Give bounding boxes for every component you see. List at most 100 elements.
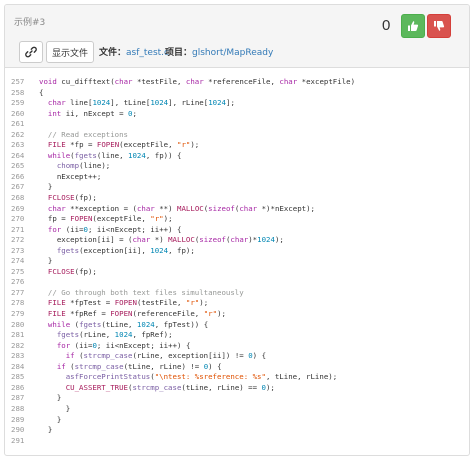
line-number: 282	[11, 340, 25, 350]
code-line: 276	[5, 277, 469, 288]
code-punctuation: );	[185, 245, 195, 255]
line-text: if (strcmp_case(tLine, rLine) != 0) {	[31, 362, 222, 373]
code-keyword: char	[47, 98, 66, 108]
project-link[interactable]: glshort/MapReady	[192, 48, 273, 58]
line-text	[31, 277, 39, 288]
code-punctuation	[39, 309, 48, 318]
line-text: exception[ii] = (char *) MALLOC(sizeof(c…	[31, 235, 284, 246]
code-line: 291	[5, 436, 469, 447]
code-identifier: fp	[74, 140, 84, 150]
code-example-card: 示例#3 0 显示文件 文件：asf_test.c 项目：glshort/Map…	[4, 4, 470, 456]
code-number: 1024	[136, 319, 155, 329]
code-identifier: testFile	[141, 77, 177, 86]
code-identifier: ii	[70, 224, 80, 234]
code-punctuation: );	[306, 203, 316, 213]
code-punctuation	[39, 140, 48, 149]
code-line: 267 }	[5, 182, 469, 193]
line-text: FILE *fpRef = FOPEN(referenceFile, "r");	[31, 309, 226, 320]
code-line: 275 FCLOSE(fp);	[5, 267, 469, 278]
code-number: 1024	[257, 235, 275, 245]
code-punctuation	[39, 182, 48, 191]
line-number: 284	[11, 361, 25, 371]
code-punctuation: {	[39, 87, 44, 97]
code-macro: FCLOSE	[47, 266, 75, 276]
code-punctuation	[39, 172, 57, 181]
upvote-button[interactable]	[401, 14, 425, 38]
line-text: CU_ASSERT_TRUE(strcmp_case(tLine, rLine)…	[31, 383, 275, 394]
code-punctuation: **	[70, 203, 80, 213]
code-macro: FOPEN	[70, 214, 93, 224]
code-line: 260 int ii, nExcept = 0;	[5, 109, 469, 120]
code-keyword: sizeof	[199, 235, 226, 245]
line-text: }	[31, 393, 61, 404]
code-punctuation	[39, 256, 48, 265]
show-files-button[interactable]: 显示文件	[46, 41, 94, 63]
code-punctuation: !=	[190, 361, 200, 371]
code-punctuation: {	[203, 319, 209, 329]
code-identifier: exception	[79, 203, 120, 213]
code-line: 279 FILE *fpRef = FOPEN(referenceFile, "…	[5, 309, 469, 320]
code-punctuation	[39, 109, 48, 118]
code-punctuation: !=	[234, 351, 244, 361]
code-function: strcmp_case	[83, 351, 133, 361]
project-label: 项目：	[165, 48, 193, 58]
code-function: strcmp_case	[74, 361, 124, 371]
code-identifier: ii	[65, 108, 75, 118]
code-punctuation	[39, 320, 48, 329]
code-punctuation: ++;	[87, 171, 102, 181]
code-identifier: nExcept	[83, 108, 115, 118]
code-punctuation: );	[199, 298, 209, 308]
line-number: 263	[11, 140, 25, 150]
line-number: 288	[11, 403, 25, 413]
code-punctuation	[39, 415, 57, 424]
code-identifier: fp	[79, 266, 88, 276]
line-number: 270	[11, 214, 25, 224]
code-macro: FOPEN	[110, 309, 133, 319]
code-keyword: if	[65, 351, 75, 361]
code-identifier: referenceFile	[136, 309, 195, 319]
line-number: 261	[11, 119, 25, 129]
code-line: 270 fp = FOPEN(exceptFile, "r");	[5, 214, 469, 225]
code-identifier: rLine	[83, 330, 106, 340]
code-line: 263 FILE *fp = FOPEN(exceptFile, "r");	[5, 140, 469, 151]
code-line: 283 if (strcmp_case(rLine, exception[ii]…	[5, 351, 469, 362]
code-keyword: while	[47, 150, 71, 160]
code-identifier: fpTest	[163, 319, 191, 329]
code-macro: MALLOC	[168, 235, 195, 245]
code-punctuation	[39, 372, 66, 381]
code-identifier: tLine	[123, 98, 146, 108]
code-punctuation	[39, 383, 66, 392]
code-string: "\ntest: %sreference: %s"	[154, 372, 266, 382]
code-function: strcmp_case	[132, 382, 182, 392]
line-number: 259	[11, 98, 25, 108]
line-number: 267	[11, 182, 25, 192]
line-text: for (ii=0; ii<nExcept; ii++) {	[31, 224, 182, 236]
code-number: 1024	[208, 98, 226, 108]
code-punctuation	[39, 204, 48, 213]
code-identifier: exceptFile	[123, 140, 169, 150]
code-function: fgets	[56, 245, 80, 255]
code-string: "r"	[150, 214, 164, 224]
code-identifier: ii	[105, 340, 115, 350]
code-punctuation	[39, 351, 66, 360]
code-identifier: line	[101, 150, 120, 160]
code-punctuation: );	[217, 309, 226, 319]
code-identifier: fp	[154, 150, 164, 160]
downvote-button[interactable]	[427, 14, 451, 38]
code-macro: FILE	[47, 309, 66, 319]
code-number: 1024	[128, 150, 146, 160]
code-function: fgets	[79, 319, 102, 329]
line-number: 269	[11, 203, 25, 213]
line-text: char **exception = (char **) MALLOC(size…	[31, 204, 315, 215]
code-identifier: tLine	[274, 372, 298, 382]
file-link[interactable]: asf_test.c	[126, 48, 169, 58]
code-identifier: ii	[96, 224, 106, 234]
code-punctuation: );	[87, 193, 97, 203]
permalink-button[interactable]	[19, 41, 43, 63]
code-identifier: line	[83, 161, 102, 171]
code-keyword: char	[239, 203, 258, 213]
line-text: FILE *fpTest = FOPEN(testFile, "r");	[31, 298, 208, 309]
code-keyword: char	[136, 203, 155, 213]
code-identifier: ii	[150, 224, 160, 234]
code-line: 286 CU_ASSERT_TRUE(strcmp_case(tLine, rL…	[5, 383, 469, 394]
